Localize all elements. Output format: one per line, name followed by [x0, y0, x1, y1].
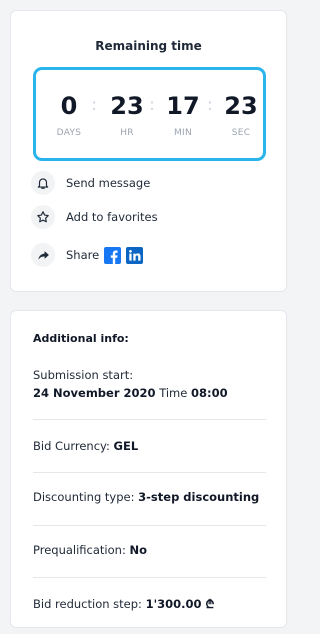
discounting-type-value: 3-step discounting — [138, 490, 260, 504]
discounting-type-label: Discounting type: — [33, 490, 135, 504]
bid-currency-row: Bid Currency: GEL — [33, 439, 266, 453]
divider — [33, 419, 266, 420]
star-icon — [31, 205, 55, 229]
add-to-favorites-button[interactable]: Add to favorites — [31, 204, 158, 230]
hours-value: 23 — [110, 92, 144, 120]
discounting-type-row: Discounting type: 3-step discounting — [33, 490, 266, 504]
seconds-value: 23 — [224, 92, 258, 120]
timer-title: Remaining time — [95, 39, 202, 53]
days-label: DAYS — [56, 128, 82, 138]
send-message-label: Send message — [66, 176, 151, 190]
minutes-value: 17 — [166, 92, 200, 120]
submission-start-label: Submission start: — [33, 368, 134, 382]
bid-reduction-step-label: Bid reduction step: — [33, 597, 142, 611]
remaining-time-card: Remaining time 0 DAYS : 23 HR : 17 MIN :… — [10, 10, 287, 292]
share-row: Share — [31, 242, 144, 268]
seconds-label: SEC — [231, 128, 251, 138]
submission-start-value: 24 November 2020 Time 08:00 — [33, 386, 266, 400]
bid-currency-label: Bid Currency: — [33, 439, 110, 453]
send-message-button[interactable]: Send message — [31, 170, 150, 196]
hours-label: HR — [120, 128, 134, 138]
linkedin-icon[interactable] — [126, 246, 144, 264]
countdown-box: 0 DAYS : 23 HR : 17 MIN : 23 SEC — [33, 67, 266, 161]
bid-reduction-step-value: 1'300.00 ₾ — [145, 597, 215, 611]
facebook-icon[interactable] — [104, 246, 122, 264]
countdown-separator: : — [149, 95, 155, 115]
additional-info-card: Additional info: Submission start: 24 No… — [10, 310, 287, 628]
prequalification-value: No — [129, 543, 148, 557]
share-label: Share — [66, 248, 100, 262]
add-to-favorites-label: Add to favorites — [66, 210, 158, 224]
days-value: 0 — [60, 92, 78, 120]
divider — [33, 525, 266, 526]
minutes-label: MIN — [173, 128, 193, 138]
time-label: Time — [159, 386, 188, 400]
additional-info-title: Additional info: — [33, 332, 129, 345]
divider — [33, 577, 266, 578]
bid-currency-value: GEL — [113, 439, 139, 453]
prequalification-row: Prequalification: No — [33, 543, 266, 557]
bell-icon — [31, 171, 55, 195]
countdown-separator: : — [207, 95, 213, 115]
countdown-separator: : — [91, 95, 97, 115]
submission-date: 24 November 2020 — [33, 386, 156, 400]
share-icon[interactable] — [31, 243, 55, 267]
time-value: 08:00 — [191, 386, 228, 400]
divider — [33, 472, 266, 473]
bid-reduction-step-row: Bid reduction step: 1'300.00 ₾ — [33, 597, 266, 612]
prequalification-label: Prequalification: — [33, 543, 126, 557]
